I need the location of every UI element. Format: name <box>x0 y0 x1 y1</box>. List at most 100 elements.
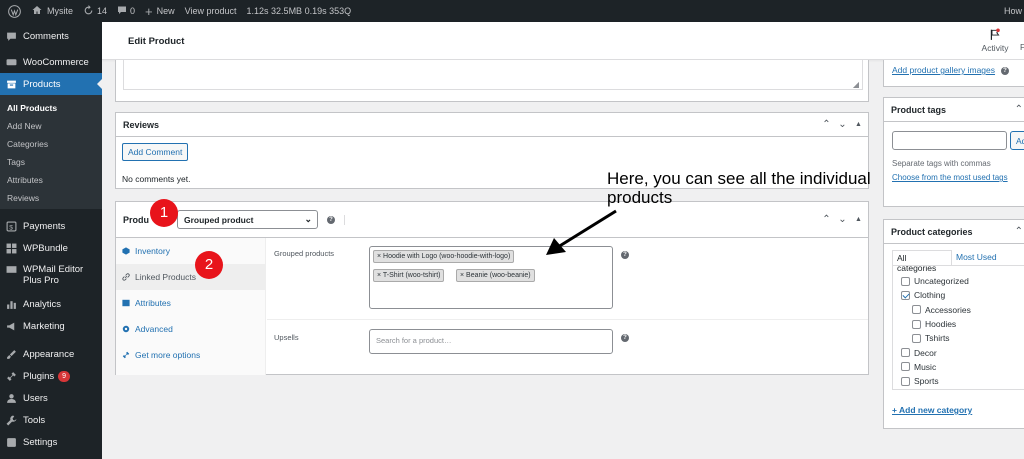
plugin-icon <box>6 371 17 382</box>
comments-icon <box>6 31 17 42</box>
sidebar-item-plugins[interactable]: Plugins 9 <box>0 365 102 387</box>
reviews-title: Reviews <box>123 119 160 130</box>
tab-all-categories[interactable]: All categories <box>892 250 952 273</box>
tab-attributes[interactable]: Attributes <box>116 290 265 316</box>
checkbox[interactable] <box>912 319 921 329</box>
checkbox[interactable] <box>901 276 910 286</box>
checkbox[interactable] <box>901 376 910 386</box>
product-tags-header[interactable]: Product tags <box>884 98 1024 122</box>
checkbox[interactable] <box>912 305 921 315</box>
move-up-icon[interactable]: ⌃ <box>1015 226 1023 237</box>
product-categories-box: Product categories ⌃ All categories Most… <box>883 219 1024 429</box>
category-item[interactable]: Music <box>901 360 1024 374</box>
category-label: Music <box>914 361 937 372</box>
site-name: Mysite <box>47 6 74 16</box>
sidebar-item-settings[interactable]: Settings <box>0 431 102 453</box>
activity-button[interactable]: Activity <box>978 28 1012 53</box>
checkbox[interactable] <box>901 362 910 372</box>
sidebar-item-wpmail[interactable]: WPMail Editor Plus Pro <box>0 259 102 293</box>
add-tag-button[interactable]: Ad <box>1010 131 1024 150</box>
toggle-panel-icon[interactable]: ▲ <box>853 119 864 130</box>
add-new-category-link[interactable]: + Add new category <box>892 405 972 415</box>
category-item[interactable]: Clothing <box>901 288 1024 302</box>
category-item[interactable]: Hoodies <box>901 317 1024 331</box>
sidebar-item-users[interactable]: Users <box>0 387 102 409</box>
description-textarea[interactable] <box>123 60 863 90</box>
sidebar-item-label: Analytics <box>23 298 62 310</box>
reviews-header[interactable]: Reviews <box>116 113 868 137</box>
help-icon[interactable]: ? <box>621 334 629 342</box>
add-gallery-images-link[interactable]: Add product gallery images <box>892 65 995 75</box>
checkbox[interactable] <box>901 348 910 358</box>
category-item[interactable]: Tshirts <box>901 331 1024 345</box>
checkbox[interactable] <box>912 333 921 343</box>
divider <box>267 319 868 320</box>
tab-advanced[interactable]: Advanced <box>116 316 265 342</box>
divider <box>344 214 345 225</box>
tab-linked-products[interactable]: Linked Products <box>116 264 265 290</box>
toggle-panel-icon[interactable]: ▲ <box>853 214 864 225</box>
choose-tags-link[interactable]: Choose from the most used tags <box>892 173 1008 182</box>
category-item[interactable]: Decor <box>901 345 1024 359</box>
sidebar-item-tools[interactable]: Tools <box>0 409 102 431</box>
product-type-select[interactable]: Grouped product ⌄ <box>177 210 318 229</box>
category-item[interactable]: Sports <box>901 374 1024 388</box>
tab-label: Attributes <box>135 298 171 308</box>
tab-most-used[interactable]: Most Used <box>956 252 997 262</box>
sidebar-item-appearance[interactable]: Appearance <box>0 343 102 365</box>
sidebar-item-woocommerce[interactable]: WooCommerce <box>0 51 102 73</box>
help-icon[interactable]: ? <box>327 215 335 224</box>
checkbox-checked[interactable] <box>901 290 910 300</box>
submenu-attributes[interactable]: Attributes <box>0 171 102 189</box>
category-label: Decor <box>914 347 937 358</box>
category-item[interactable]: Accessories <box>901 303 1024 317</box>
tab-inventory[interactable]: Inventory <box>116 238 265 264</box>
move-down-icon[interactable]: ⌄ <box>837 214 848 225</box>
grid-icon <box>6 243 17 254</box>
site-name-link[interactable]: Mysite <box>32 5 73 17</box>
product-data-header[interactable]: Produ Grouped product ⌄ ? <box>116 202 868 238</box>
help-icon[interactable]: ? <box>1001 67 1009 75</box>
chevron-down-icon: ⌄ <box>304 214 312 224</box>
sidebar-item-marketing[interactable]: Marketing <box>0 315 102 337</box>
submenu-tags[interactable]: Tags <box>0 153 102 171</box>
new-content-link[interactable]: + New <box>145 5 175 18</box>
grouped-products-label: Grouped products <box>274 249 335 258</box>
help-icon[interactable]: ? <box>621 251 629 259</box>
submenu-all-products[interactable]: All Products <box>0 99 102 117</box>
move-up-icon[interactable]: ⌃ <box>821 119 832 130</box>
add-comment-button[interactable]: Add Comment <box>122 143 189 161</box>
move-up-icon[interactable]: ⌃ <box>821 214 832 225</box>
product-categories-header[interactable]: Product categories <box>884 220 1024 244</box>
sidebar-item-analytics[interactable]: Analytics <box>0 293 102 315</box>
no-comments-text: No comments yet. <box>122 174 191 184</box>
view-product-link[interactable]: View product <box>185 6 237 16</box>
sidebar-item-payments[interactable]: $ Payments <box>0 215 102 237</box>
sidebar-item-products[interactable]: Products <box>0 73 102 95</box>
grouped-product-chip[interactable]: × Beanie (woo-beanie) <box>456 269 535 282</box>
move-down-icon[interactable]: ⌄ <box>837 119 848 130</box>
grouped-product-chip[interactable]: × T-Shirt (woo-tshirt) <box>373 269 445 282</box>
category-item[interactable]: Uncategorized <box>901 274 1024 288</box>
tag-input[interactable] <box>892 131 1007 150</box>
page-header: Edit Product Activity F <box>102 22 1024 60</box>
resize-handle-icon[interactable]: ◢ <box>853 80 859 89</box>
howdy-link[interactable]: How <box>1004 0 1022 22</box>
submenu-categories[interactable]: Categories <box>0 135 102 153</box>
submenu-reviews[interactable]: Reviews <box>0 189 102 207</box>
upsells-search-input[interactable]: Search for a product… <box>369 329 613 354</box>
grouped-product-chip[interactable]: × Hoodie with Logo (woo-hoodie-with-logo… <box>373 250 515 263</box>
sidebar-item-label: WooCommerce <box>23 56 89 68</box>
updates-link[interactable]: 14 <box>83 4 107 18</box>
sidebar-item-comments[interactable]: Comments <box>0 22 102 50</box>
submenu-add-new[interactable]: Add New <box>0 117 102 135</box>
upsells-label: Upsells <box>274 333 299 342</box>
sidebar-item-wpbundle[interactable]: WPBundle <box>0 237 102 259</box>
finish-setup-cut[interactable]: F <box>1020 42 1024 52</box>
move-up-icon[interactable]: ⌃ <box>1015 104 1023 115</box>
comments-link[interactable]: 0 <box>117 5 135 17</box>
query-monitor-stats[interactable]: 1.12s 32.5MB 0.19s 353Q <box>247 6 352 16</box>
tab-get-more-options[interactable]: Get more options <box>116 342 265 368</box>
wordpress-logo-icon[interactable] <box>0 4 28 18</box>
view-product-label: View product <box>184 6 237 16</box>
